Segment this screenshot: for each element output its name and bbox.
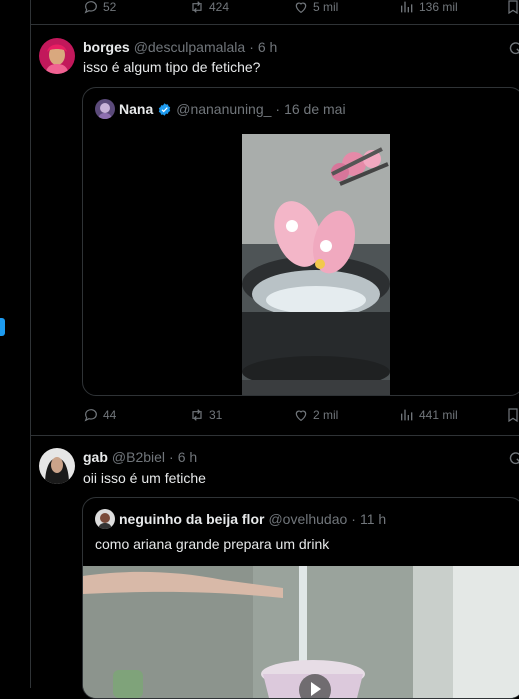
verified-badge-icon [159, 102, 171, 116]
views-count: 136 mil [419, 0, 458, 14]
avatar[interactable] [39, 38, 75, 74]
bookmark-button[interactable] [505, 0, 519, 15]
author-line: borges @desculpamalala · 6 h [83, 39, 277, 55]
reply-button[interactable]: 52 [83, 0, 116, 15]
quoted-author-handle: @ovelhudao [268, 511, 348, 527]
separator: · [249, 39, 254, 55]
post-gab[interactable]: gab @B2biel · 6 h oii isso é um fetiche … [31, 436, 519, 699]
like-button[interactable]: 5 mil [293, 0, 338, 15]
author-line: gab @B2biel · 6 h [83, 449, 197, 465]
quoted-avatar [95, 509, 115, 529]
author-name[interactable]: borges [83, 39, 130, 55]
repost-button[interactable]: 424 [189, 0, 229, 15]
quoted-avatar [95, 99, 115, 119]
post-text: oii isso é um fetiche [83, 470, 206, 486]
author-handle[interactable]: @B2biel [112, 449, 165, 465]
quoted-post[interactable]: neguinho da beija flor @ovelhudao · 11 h… [82, 497, 519, 699]
quoted-author-name: Nana [119, 101, 154, 117]
views-icon [401, 1, 413, 13]
views-button[interactable]: 441 mil [399, 407, 458, 423]
reply-count: 44 [103, 408, 117, 422]
like-count: 5 mil [313, 0, 339, 14]
quoted-video[interactable] [83, 566, 519, 698]
views-button[interactable]: 136 mil [399, 0, 458, 15]
quoted-author-handle: @nananuning_ [176, 101, 272, 117]
views-count: 441 mil [419, 408, 458, 422]
grok-icon[interactable] [509, 451, 519, 465]
reply-count: 52 [103, 0, 117, 14]
bookmark-icon [508, 408, 518, 423]
like-count: 2 mil [313, 408, 339, 422]
active-indicator [0, 318, 5, 336]
repost-icon [192, 409, 202, 421]
reply-button[interactable]: 44 [83, 407, 116, 423]
author-handle[interactable]: @desculpamalala [134, 39, 246, 55]
views-icon [401, 409, 413, 421]
repost-count: 424 [209, 0, 230, 14]
heart-icon [295, 2, 307, 14]
heart-icon [295, 410, 307, 422]
quoted-author-name: neguinho da beija flor [119, 511, 265, 527]
separator: · [275, 101, 281, 117]
quoted-author-line: neguinho da beija flor @ovelhudao · 11 h [95, 509, 386, 529]
post-text: isso é algum tipo de fetiche? [83, 59, 261, 75]
reply-icon [84, 1, 97, 14]
quoted-author-line: Nana @nananuning_ · 16 de mai [95, 99, 346, 119]
bookmark-button[interactable] [505, 407, 519, 423]
previous-post-actions: 52 424 5 mil 136 mil [31, 0, 519, 25]
separator: · [351, 511, 356, 527]
grok-icon[interactable] [509, 41, 519, 55]
quoted-video[interactable] [242, 134, 390, 395]
quoted-post-date: 16 de mai [284, 101, 346, 117]
post-borges[interactable]: borges @desculpamalala · 6 h isso é algu… [31, 25, 519, 436]
repost-button[interactable]: 31 [189, 407, 222, 423]
quoted-post[interactable]: Nana @nananuning_ · 16 de mai [82, 87, 519, 396]
like-button[interactable]: 2 mil [293, 407, 338, 423]
bookmark-icon [508, 0, 518, 15]
avatar[interactable] [39, 448, 75, 484]
repost-icon [192, 1, 202, 13]
left-rail [0, 0, 30, 688]
reply-icon [84, 409, 97, 422]
post-time[interactable]: 6 h [178, 449, 197, 465]
quoted-post-time: 11 h [359, 511, 387, 527]
separator: · [169, 449, 174, 465]
quoted-post-text: como ariana grande prepara um drink [95, 536, 330, 552]
post-time[interactable]: 6 h [258, 39, 277, 55]
timeline-feed[interactable]: 52 424 5 mil 136 mil borges @desculpamal… [30, 0, 519, 699]
author-name[interactable]: gab [83, 449, 108, 465]
repost-count: 31 [209, 408, 223, 422]
